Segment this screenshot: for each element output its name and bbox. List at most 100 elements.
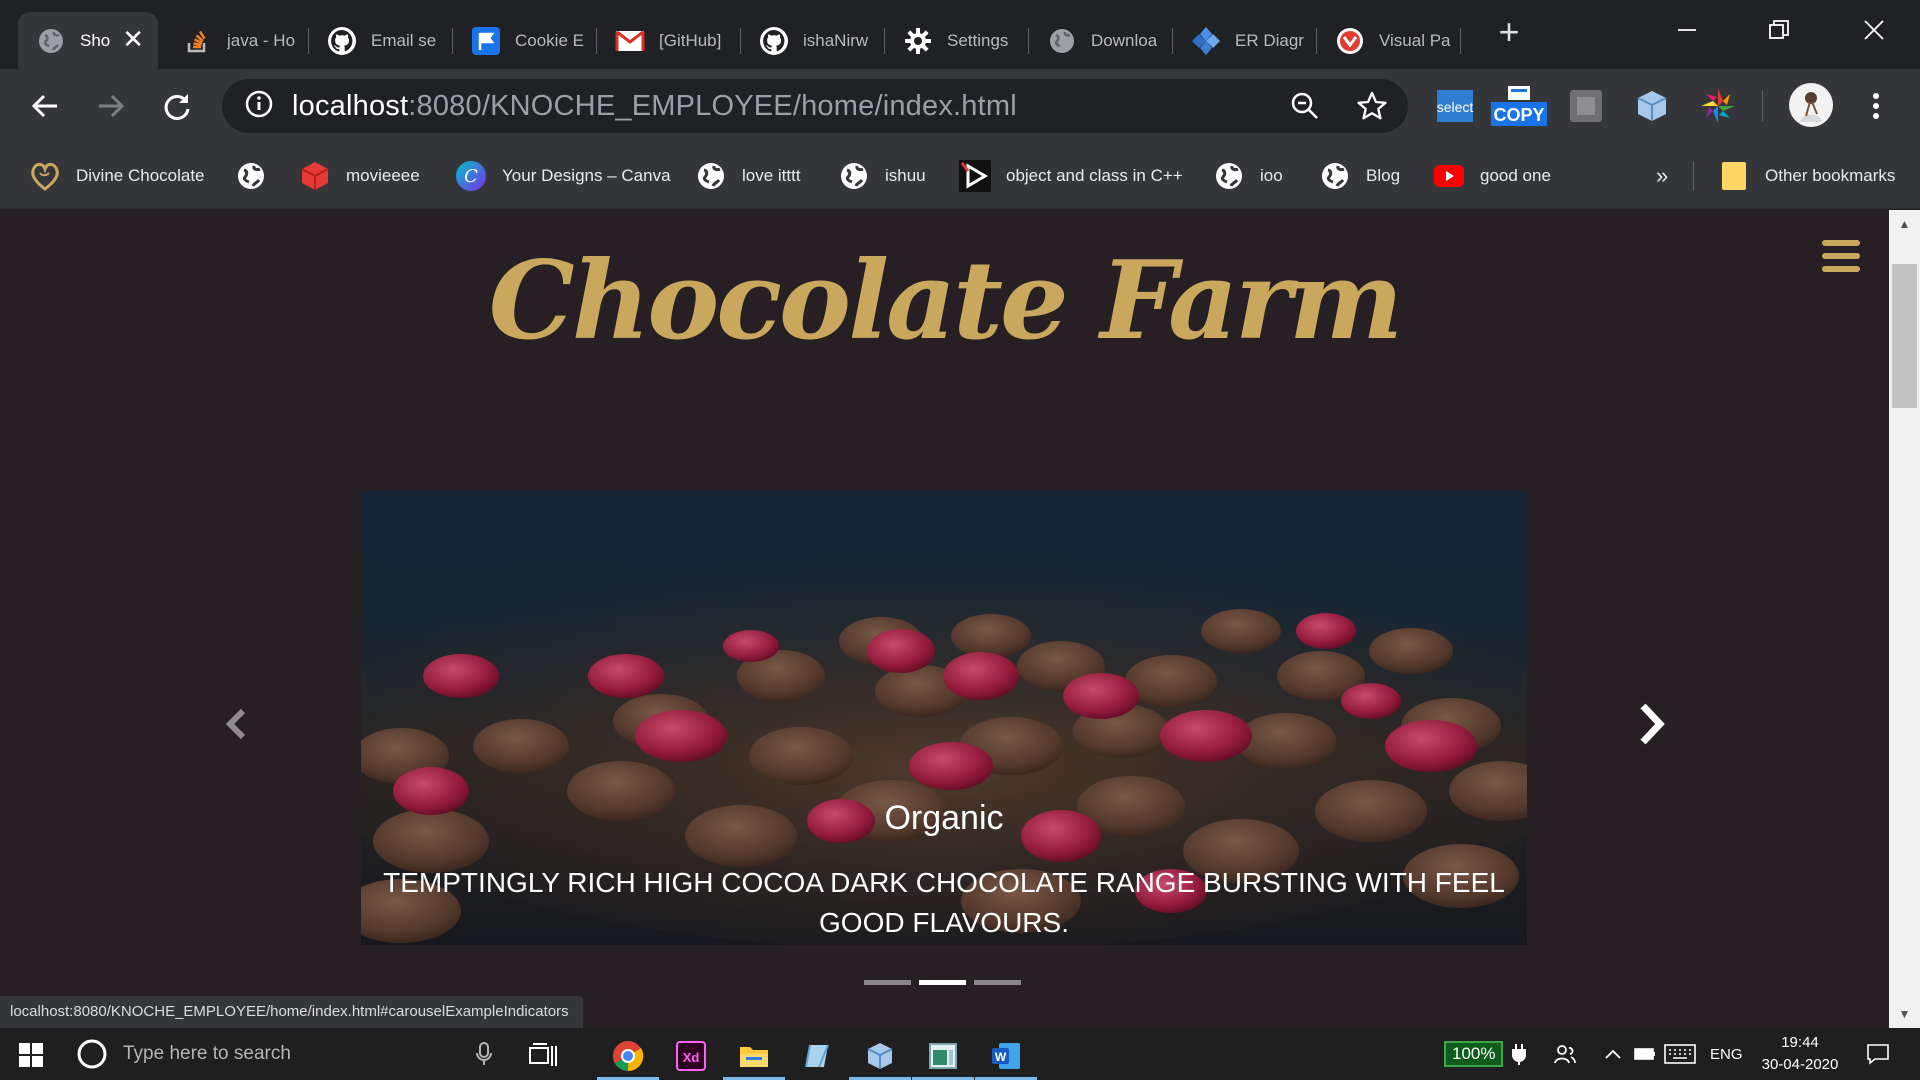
keyboard-button[interactable] xyxy=(1664,1028,1696,1080)
taskbar-clock[interactable]: 19:44 30-04-2020 xyxy=(1744,1032,1856,1076)
bookmark-movieeee[interactable]: movieeee xyxy=(298,157,420,195)
tab-label: Visual Pa xyxy=(1379,30,1451,50)
brand-logo[interactable]: Chocolate Farm xyxy=(0,238,1889,364)
bookmark-label: love itttt xyxy=(742,166,801,185)
input-language[interactable]: ENG xyxy=(1710,1028,1743,1080)
canva-icon: C xyxy=(454,159,488,193)
kebab-menu-icon xyxy=(1873,93,1879,119)
select-extension-button[interactable]: select xyxy=(1435,86,1475,126)
taskbar-app-crystal[interactable] xyxy=(786,1032,848,1080)
svg-text:C: C xyxy=(464,166,478,187)
bookmarks-separator xyxy=(1693,161,1694,191)
globe-icon xyxy=(1318,159,1352,193)
extension-box-button[interactable] xyxy=(1566,86,1606,126)
carousel-indicator-3[interactable] xyxy=(974,980,1021,985)
tab-cookie[interactable]: Cookie E xyxy=(453,12,597,69)
tab-visual-paradigm[interactable]: Visual Pa xyxy=(1317,12,1461,69)
hamburger-bar xyxy=(1822,253,1860,259)
bookmarks-overflow-button[interactable]: » xyxy=(1656,157,1668,195)
other-bookmarks-folder[interactable]: Other bookmarks xyxy=(1717,157,1895,195)
taskbar-search-box[interactable]: Type here to search xyxy=(60,1028,510,1080)
taskbar-word[interactable]: W xyxy=(975,1032,1037,1080)
start-button[interactable] xyxy=(12,1040,48,1070)
github-icon xyxy=(759,26,789,56)
carousel-indicator-1[interactable] xyxy=(864,980,911,985)
back-arrow-icon xyxy=(31,94,57,118)
bookmark-globe[interactable] xyxy=(234,157,282,195)
copy-extension-button[interactable]: COPY xyxy=(1490,86,1548,126)
carousel-next-button[interactable] xyxy=(1632,696,1672,752)
bookmark-label: good one xyxy=(1480,166,1551,185)
taskbar-app-window[interactable] xyxy=(912,1032,974,1080)
tab-ishanirw[interactable]: ishaNirw xyxy=(741,12,885,69)
scroll-up-arrow-icon[interactable]: ▲ xyxy=(1889,210,1920,238)
tab-settings[interactable]: Settings xyxy=(885,12,1029,69)
page-scrollbar[interactable]: ▲ ▼ xyxy=(1889,210,1920,1028)
profile-avatar[interactable] xyxy=(1788,82,1834,128)
show-hidden-icons-button[interactable] xyxy=(1604,1028,1622,1080)
globe-icon xyxy=(36,26,66,56)
back-button[interactable] xyxy=(24,85,66,127)
tab-label: Cookie E xyxy=(515,30,584,50)
globe-icon xyxy=(837,159,871,193)
cube-icon xyxy=(867,1043,893,1069)
color-extension-button[interactable] xyxy=(1698,86,1738,126)
forward-button[interactable] xyxy=(90,85,132,127)
close-tab-icon[interactable]: ✕ xyxy=(122,26,144,52)
scroll-thumb[interactable] xyxy=(1892,264,1917,408)
bookmark-love-itttt[interactable]: love itttt xyxy=(694,157,801,195)
tab-strip: Sho ✕ java - Ho Email se Cookie E [GitHu… xyxy=(0,0,1920,69)
carousel-indicator-2[interactable] xyxy=(919,980,966,985)
taskbar-file-explorer[interactable] xyxy=(723,1032,785,1080)
taskbar-adobe-xd[interactable]: Xd xyxy=(660,1032,722,1080)
bookmark-ioo[interactable]: ioo xyxy=(1212,157,1283,195)
close-window-button[interactable] xyxy=(1851,10,1897,50)
cube-extension-button[interactable] xyxy=(1632,86,1672,126)
bookmark-canva[interactable]: C Your Designs – Canva xyxy=(454,157,671,195)
red-cube-icon xyxy=(298,159,332,193)
tab-er-diagram[interactable]: ER Diagr xyxy=(1173,12,1317,69)
scroll-down-arrow-icon[interactable]: ▼ xyxy=(1889,1000,1920,1028)
browser-menu-button[interactable] xyxy=(1856,86,1896,126)
microphone-icon[interactable] xyxy=(474,1041,494,1067)
zoom-icon[interactable] xyxy=(1290,91,1320,126)
taskbar-app-cube[interactable] xyxy=(849,1032,911,1080)
clock-time: 19:44 xyxy=(1781,1034,1819,1051)
carousel-caption-title: Organic xyxy=(884,799,1004,837)
carousel-prev-button[interactable] xyxy=(216,696,256,752)
flag-icon xyxy=(471,26,501,56)
battery-indicator[interactable]: 100% xyxy=(1444,1028,1527,1080)
tab-active[interactable]: Sho ✕ xyxy=(18,12,158,69)
bookmark-object-class-cpp[interactable]: object and class in C++ xyxy=(958,157,1183,195)
bookmark-ishuu[interactable]: ishuu xyxy=(837,157,926,195)
taskbar-chrome[interactable] xyxy=(597,1032,659,1080)
action-center-button[interactable] xyxy=(1866,1028,1890,1080)
bookmark-blog[interactable]: Blog xyxy=(1318,157,1400,195)
people-button[interactable] xyxy=(1554,1028,1576,1080)
reload-button[interactable] xyxy=(156,85,198,127)
new-tab-button[interactable]: + xyxy=(1492,14,1526,50)
tab-email[interactable]: Email se xyxy=(309,12,453,69)
bookmark-good-one[interactable]: good one xyxy=(1432,157,1551,195)
keyboard-icon xyxy=(1664,1044,1696,1064)
tab-java[interactable]: java - Ho xyxy=(165,12,309,69)
battery-tray-button[interactable] xyxy=(1634,1028,1656,1080)
tab-downloads[interactable]: Downloa xyxy=(1029,12,1173,69)
bookmark-star-icon[interactable] xyxy=(1356,90,1388,127)
globe-icon xyxy=(234,159,268,193)
task-view-button[interactable] xyxy=(512,1032,574,1080)
carousel-indicators xyxy=(864,980,1024,986)
bookmark-divine-chocolate[interactable]: Divine Chocolate xyxy=(28,157,205,195)
address-bar[interactable]: localhost:8080/KNOCHE_EMPLOYEE/home/inde… xyxy=(222,79,1408,133)
hamburger-menu-button[interactable] xyxy=(1822,240,1860,278)
web-page: Chocolate Farm Organic TEMPTINGLY RICH H… xyxy=(0,210,1889,1028)
minimize-button[interactable] xyxy=(1664,10,1710,50)
tab-gmail[interactable]: [GitHub] xyxy=(597,12,741,69)
globe-icon xyxy=(1047,26,1077,56)
gear-icon xyxy=(903,26,933,56)
bookmark-label: ishuu xyxy=(885,166,926,185)
info-icon[interactable] xyxy=(244,89,274,124)
battery-percent: 100% xyxy=(1444,1041,1504,1067)
restore-button[interactable] xyxy=(1756,10,1802,50)
chevron-right-icon xyxy=(1640,703,1665,745)
